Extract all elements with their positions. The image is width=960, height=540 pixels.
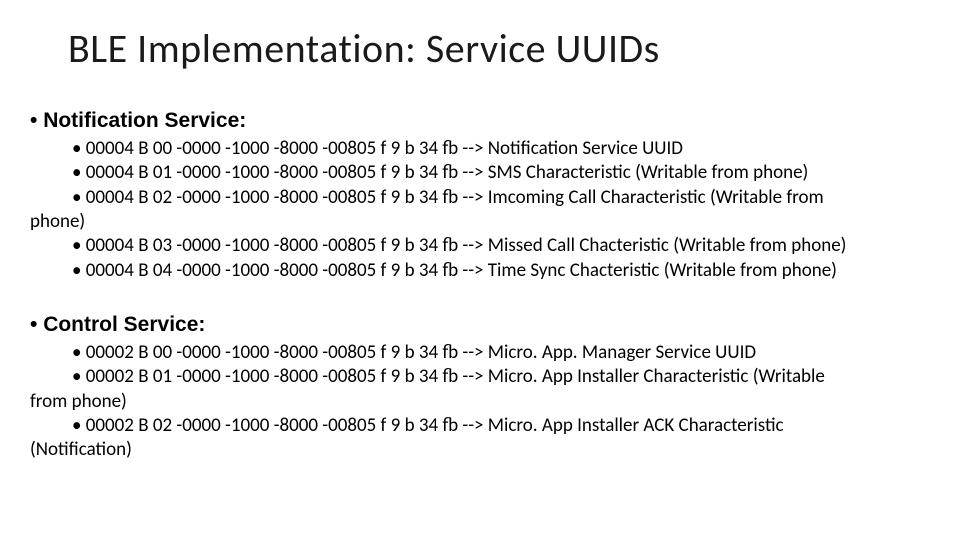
section-heading: Control Service: [30, 313, 930, 337]
list-item-text: 00004 B 02 -0000 -1000 -8000 -00805 f 9 … [86, 186, 824, 209]
bullet-icon [72, 365, 86, 388]
list-item-text: 00004 B 00 -0000 -1000 -8000 -00805 f 9 … [86, 137, 683, 160]
section-heading: Notification Service: [30, 109, 930, 133]
bullet-icon [72, 186, 86, 209]
bullet-icon [30, 109, 43, 132]
bullet-icon [72, 137, 86, 160]
list-item-text: 00004 B 03 -0000 -1000 -8000 -00805 f 9 … [86, 234, 847, 257]
slide-title: BLE Implementation: Service UUIDs [68, 24, 930, 73]
bullet-icon [72, 234, 86, 257]
section-heading-text: Control Service: [43, 313, 205, 336]
list-item-wrap: phone) [30, 210, 930, 234]
list-item-wrap: (Notification) [30, 438, 930, 462]
bullet-icon [72, 161, 86, 184]
list-item: 00004 B 04 -0000 -1000 -8000 -00805 f 9 … [72, 259, 930, 283]
list-item-text: 00002 B 02 -0000 -1000 -8000 -00805 f 9 … [86, 414, 784, 437]
bullet-icon [72, 414, 86, 437]
list-item-text: 00002 B 00 -0000 -1000 -8000 -00805 f 9 … [86, 341, 756, 364]
list-item-text: 00002 B 01 -0000 -1000 -8000 -00805 f 9 … [86, 365, 825, 388]
list-item: 00002 B 02 -0000 -1000 -8000 -00805 f 9 … [72, 414, 930, 438]
bullet-icon [72, 259, 86, 282]
section-body: 00004 B 00 -0000 -1000 -8000 -00805 f 9 … [72, 137, 930, 283]
list-item: 00004 B 03 -0000 -1000 -8000 -00805 f 9 … [72, 234, 930, 258]
list-item: 00004 B 02 -0000 -1000 -8000 -00805 f 9 … [72, 186, 930, 210]
section-heading-text: Notification Service: [43, 109, 246, 132]
section-body: 00002 B 00 -0000 -1000 -8000 -00805 f 9 … [72, 341, 930, 463]
list-item: 00002 B 00 -0000 -1000 -8000 -00805 f 9 … [72, 341, 930, 365]
section-control: Control Service: 00002 B 00 -0000 -1000 … [30, 313, 930, 463]
bullet-icon [72, 341, 86, 364]
section-notification: Notification Service: 00004 B 00 -0000 -… [30, 109, 930, 283]
list-item: 00002 B 01 -0000 -1000 -8000 -00805 f 9 … [72, 365, 930, 389]
slide: BLE Implementation: Service UUIDs Notifi… [0, 0, 960, 540]
list-item-text: 00004 B 04 -0000 -1000 -8000 -00805 f 9 … [86, 259, 837, 282]
list-item: 00004 B 01 -0000 -1000 -8000 -00805 f 9 … [72, 161, 930, 185]
list-item-wrap: from phone) [30, 390, 930, 414]
bullet-icon [30, 313, 43, 336]
list-item-text: 00004 B 01 -0000 -1000 -8000 -00805 f 9 … [86, 161, 809, 184]
list-item: 00004 B 00 -0000 -1000 -8000 -00805 f 9 … [72, 137, 930, 161]
